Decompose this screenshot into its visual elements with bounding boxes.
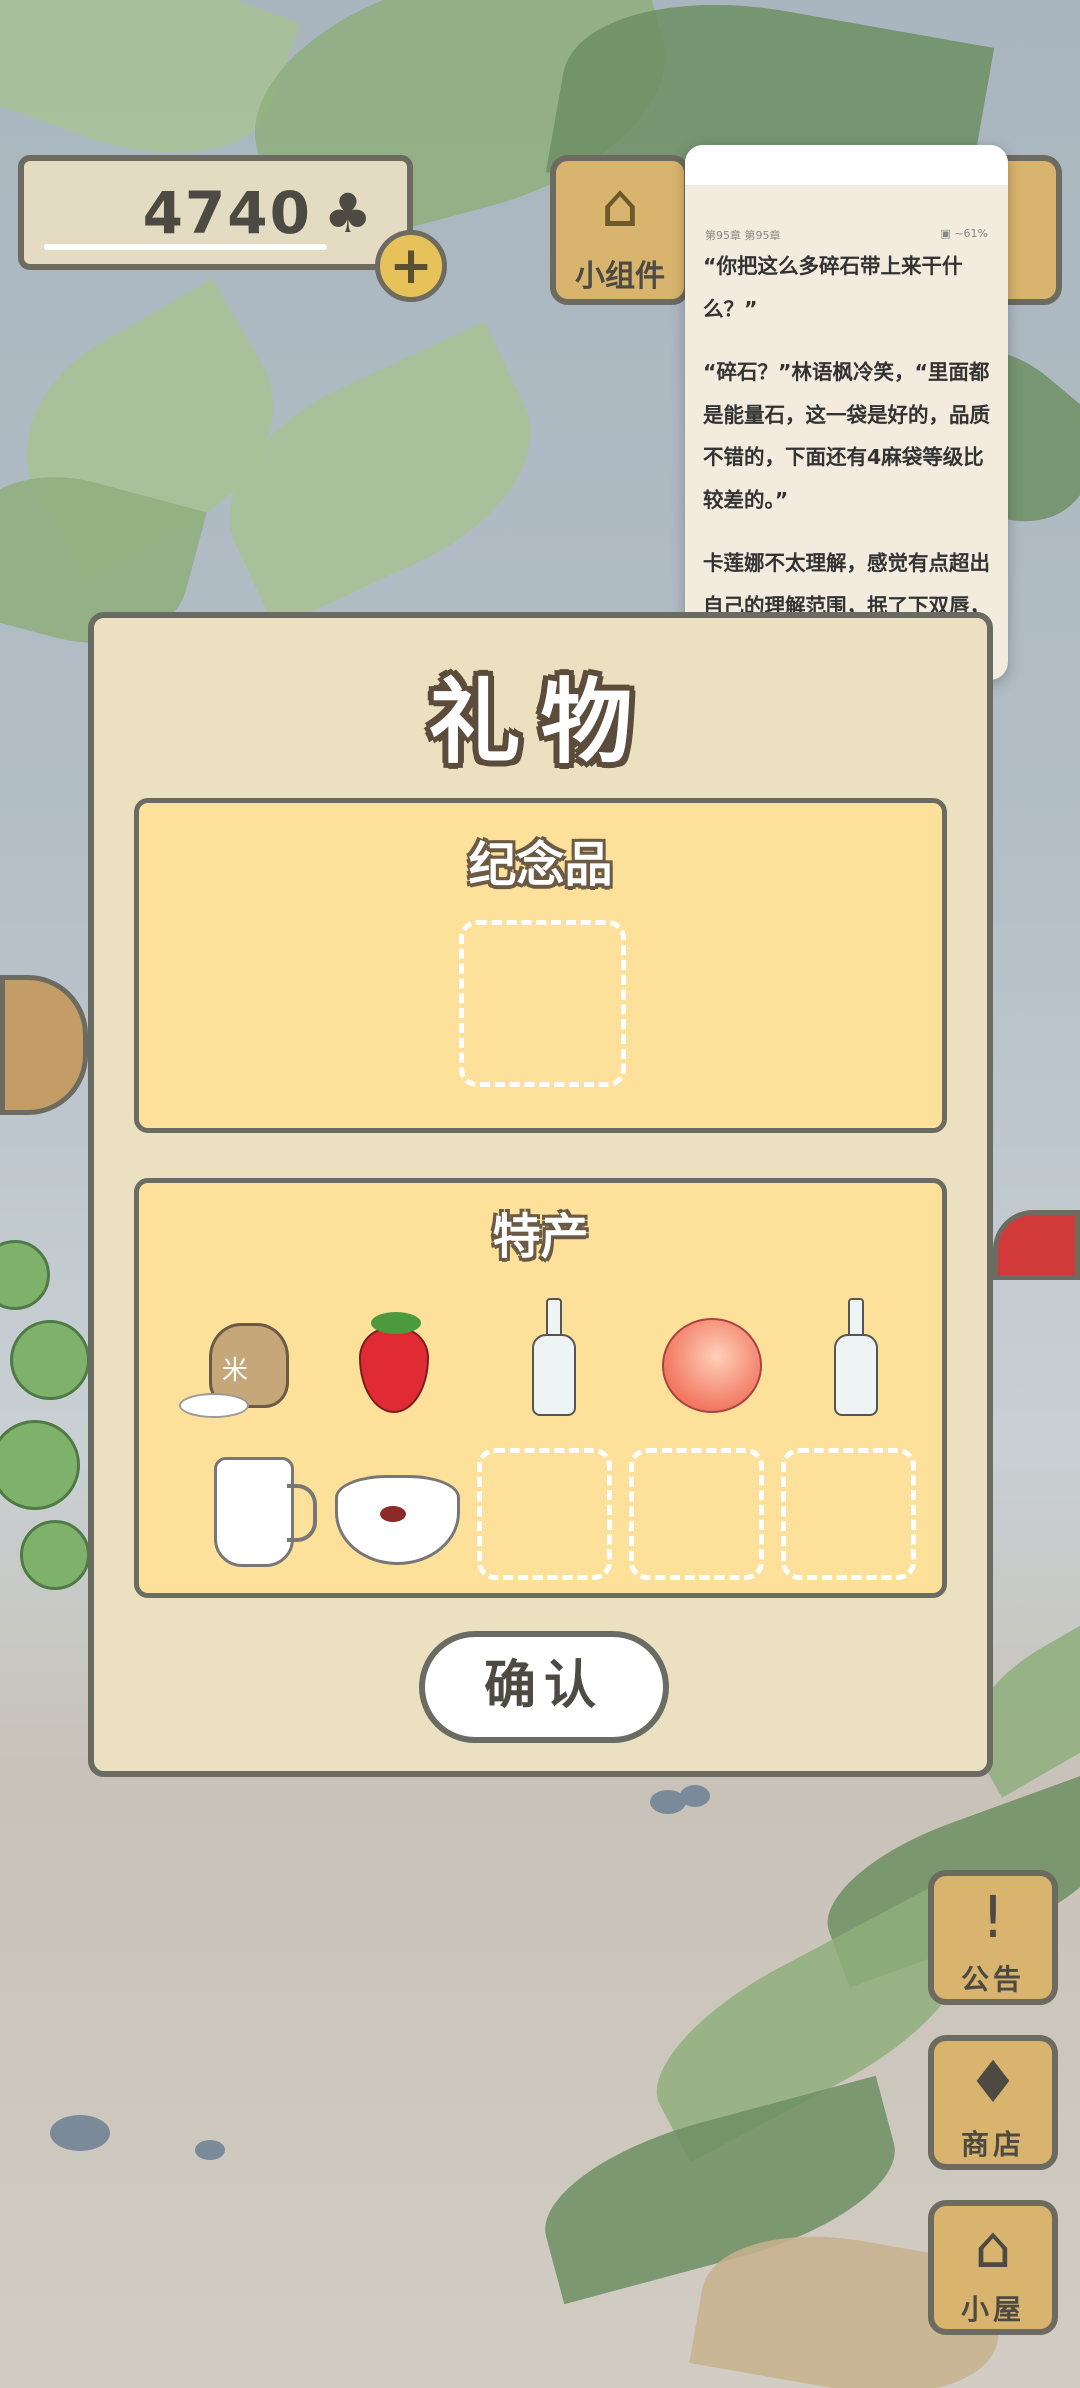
gift-dialog: 礼物 纪念品 特产 确认 bbox=[88, 612, 993, 1777]
rice-bowl-icon bbox=[335, 1475, 460, 1565]
clover-icon: ♣ bbox=[323, 182, 372, 245]
reader-paragraph: “你把这么多碎石带上来干什么？” bbox=[703, 254, 963, 321]
specialty-item-bottle[interactable] bbox=[482, 1293, 622, 1423]
clover-plant bbox=[0, 1420, 80, 1510]
specialty-slot-empty[interactable] bbox=[781, 1448, 916, 1580]
widget-label: 小组件 bbox=[575, 259, 665, 294]
specialty-slot-empty[interactable] bbox=[477, 1448, 612, 1580]
house-label: 小屋 bbox=[960, 2293, 1025, 2326]
clover-counter: 4740 ♣ bbox=[18, 155, 413, 270]
reader-progress: ▣ ~61% bbox=[940, 227, 988, 240]
dialog-title: 礼物 bbox=[428, 668, 653, 776]
strawberry-icon bbox=[359, 1312, 429, 1413]
mailbox[interactable] bbox=[993, 1210, 1080, 1280]
specialty-slot-empty[interactable] bbox=[629, 1448, 764, 1580]
specialty-item-peach[interactable] bbox=[634, 1298, 774, 1428]
milk-jug-icon bbox=[214, 1457, 317, 1567]
clover-plant bbox=[20, 1520, 90, 1590]
widget-icon: ⌂ bbox=[600, 171, 640, 241]
souvenir-panel: 纪念品 bbox=[134, 798, 947, 1133]
souvenir-title: 纪念品 bbox=[468, 837, 613, 893]
add-clover-button[interactable]: + bbox=[375, 230, 447, 302]
floating-reader-window[interactable]: 第95章 第95章 ▣ ~61% “你把这么多碎石带上来干什么？” “碎石？”林… bbox=[685, 145, 1008, 680]
reader-paragraph: “碎石？”林语枫冷笑，“里面都是能量石，这一袋是好的，品质不错的，下面还有4麻袋… bbox=[703, 360, 990, 512]
rice-pile-icon bbox=[179, 1393, 249, 1418]
glass-bottle-icon bbox=[834, 1298, 878, 1416]
specialty-item-milk-jug[interactable] bbox=[184, 1445, 324, 1575]
house-button[interactable]: ⌂ 小屋 bbox=[928, 2200, 1058, 2335]
reader-header[interactable] bbox=[685, 145, 1008, 185]
specialty-title: 特产 bbox=[492, 1209, 589, 1265]
shop-button[interactable]: ♦ 商店 bbox=[928, 2035, 1058, 2170]
shop-label: 商店 bbox=[960, 2128, 1025, 2161]
exclamation-icon: ! bbox=[981, 1883, 1005, 1951]
confirm-button[interactable]: 确认 bbox=[419, 1631, 669, 1743]
notice-label: 公告 bbox=[960, 1963, 1025, 1996]
house-icon: ⌂ bbox=[974, 2213, 1012, 2281]
specialty-item-rice-bowl[interactable] bbox=[329, 1445, 469, 1575]
pebble bbox=[50, 2115, 110, 2151]
glass-bottle-icon bbox=[532, 1298, 576, 1416]
bag-icon: ♦ bbox=[967, 2048, 1019, 2116]
clover-count: 4740 bbox=[142, 179, 312, 247]
pebble bbox=[195, 2140, 225, 2160]
reader-chapter: 第95章 第95章 bbox=[705, 229, 781, 242]
specialty-panel: 特产 bbox=[134, 1178, 947, 1598]
widget-button[interactable]: ⌂ 小组件 bbox=[550, 155, 690, 305]
peach-icon bbox=[662, 1318, 762, 1413]
pebble bbox=[680, 1785, 710, 1807]
clover-plant bbox=[10, 1320, 90, 1400]
reader-meta: 第95章 第95章 ▣ ~61% bbox=[705, 227, 988, 243]
specialty-item-strawberry[interactable] bbox=[329, 1298, 469, 1428]
notice-button[interactable]: ! 公告 bbox=[928, 1870, 1058, 2005]
clover-plant bbox=[0, 1240, 50, 1310]
specialty-item-bottle[interactable] bbox=[784, 1293, 924, 1423]
souvenir-slot-empty[interactable] bbox=[459, 920, 626, 1087]
clover-bar bbox=[44, 244, 327, 250]
wooden-sign bbox=[0, 975, 88, 1115]
specialty-item-rice-sack[interactable] bbox=[179, 1298, 319, 1428]
